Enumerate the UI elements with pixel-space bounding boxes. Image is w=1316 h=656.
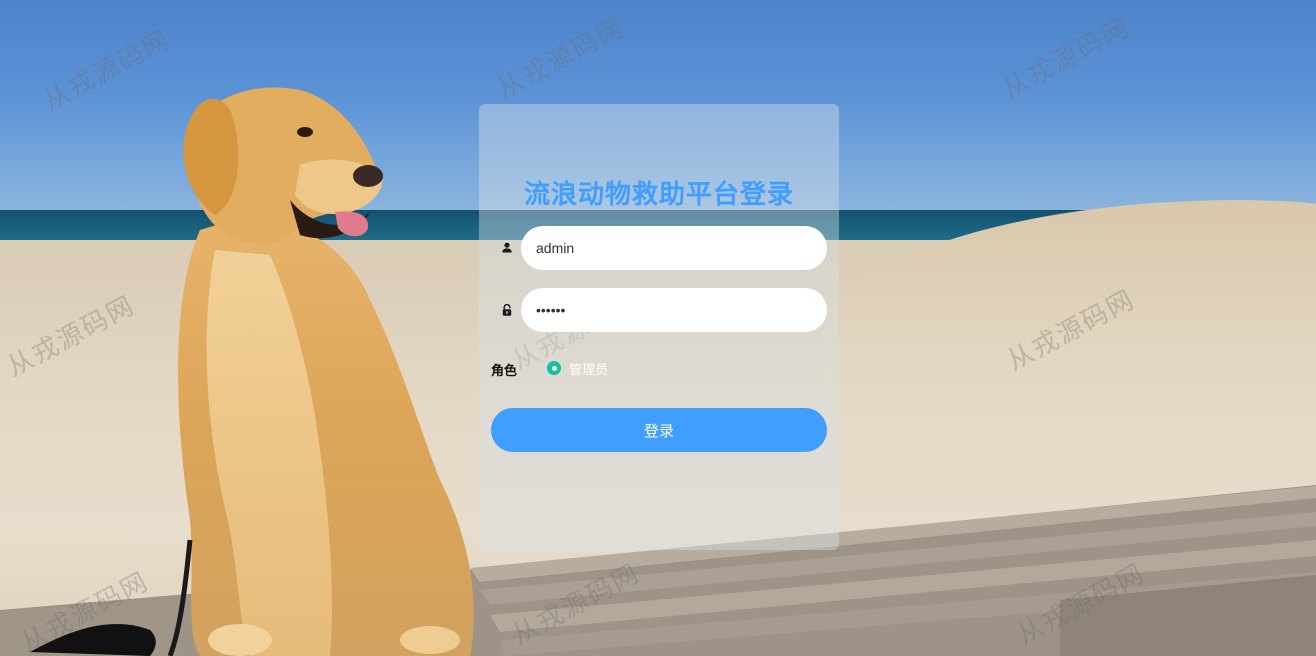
radio-checked-icon[interactable] bbox=[547, 361, 561, 375]
username-input[interactable] bbox=[521, 226, 827, 270]
login-page: 从戎源码网 从戎源码网 从戎源码网 从戎源码网 从戎源码网 从戎源码网 从戎源码… bbox=[0, 0, 1316, 656]
password-row bbox=[491, 288, 827, 332]
login-title: 流浪动物救助平台登录 bbox=[523, 180, 794, 210]
role-selector: 角色 管理员 bbox=[491, 358, 827, 379]
role-label: 角色 bbox=[491, 364, 518, 379]
password-input[interactable] bbox=[521, 288, 827, 332]
role-option-label: 管理员 bbox=[569, 362, 609, 378]
role-option-admin[interactable]: 管理员 bbox=[547, 358, 608, 378]
username-row bbox=[491, 226, 827, 270]
user-icon bbox=[502, 242, 512, 253]
login-panel: 流浪动物救助平台登录 角色 管理员 登录 bbox=[479, 104, 839, 550]
lock-icon bbox=[502, 303, 512, 316]
login-button[interactable]: 登录 bbox=[491, 408, 827, 452]
